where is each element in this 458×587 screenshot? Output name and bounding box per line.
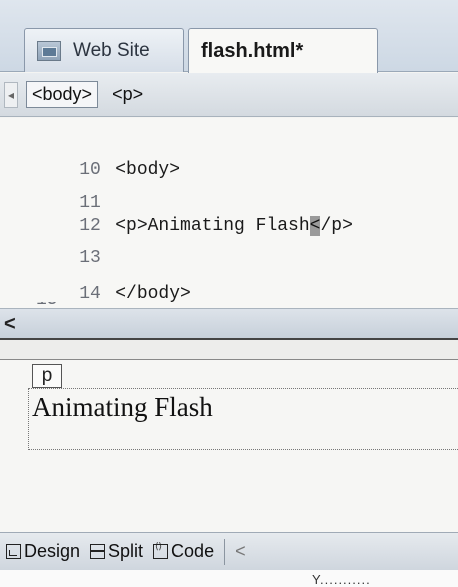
code-view[interactable]: 10 <body> 11 12 <p>Animating Flash</p> 13 … [0, 118, 458, 308]
tab-label: flash.html* [201, 39, 304, 62]
view-button-label: Split [108, 541, 144, 561]
split-view-button[interactable]: Split [86, 537, 147, 567]
tag-chip-body[interactable]: <body> [26, 81, 99, 108]
cut-off-caption: Y........... [312, 572, 371, 587]
code-text: /p> [320, 216, 353, 236]
code-view-icon [153, 541, 169, 559]
design-view[interactable]: p Animating Flash [0, 360, 458, 532]
view-switcher-bar: Design Split Code < [0, 532, 458, 570]
page-footer-strip [0, 570, 458, 587]
paragraph-text[interactable]: Animating Flash [32, 392, 213, 423]
paragraph-tag-badge: p [32, 364, 62, 388]
tag-selector-bar: ◂ <body> <p> [0, 73, 458, 117]
scroll-left-arrow-icon[interactable]: < [235, 541, 246, 562]
view-button-label: Code [171, 541, 215, 561]
code-text: <body> [115, 160, 181, 180]
line-number: 14 [79, 284, 101, 304]
tab-web-site[interactable]: Web Site [24, 28, 184, 72]
code-text: <p>Animating Flash [115, 216, 310, 236]
tag-scroll-left-icon[interactable]: ◂ [4, 81, 18, 108]
scroll-left-arrow-icon[interactable]: < [4, 313, 16, 336]
design-view-button[interactable]: Design [2, 537, 84, 567]
view-button-label: Design [24, 541, 81, 561]
document-tab-strip: Web Site flash.html* [0, 0, 458, 73]
code-horizontal-scrollbar[interactable]: < [0, 308, 458, 338]
design-view-icon [6, 544, 21, 559]
code-text: </body> [115, 284, 191, 304]
tab-label: Web Site [73, 39, 150, 61]
tab-flash-html[interactable]: flash.html* [188, 28, 378, 73]
split-divider[interactable] [0, 338, 458, 360]
split-view-icon [90, 544, 106, 559]
website-icon [37, 40, 61, 61]
toolbar-divider [224, 538, 226, 565]
code-view-button[interactable]: Code [149, 537, 218, 567]
tag-chip-p[interactable]: <p> [106, 81, 149, 108]
text-cursor: < [309, 216, 321, 236]
